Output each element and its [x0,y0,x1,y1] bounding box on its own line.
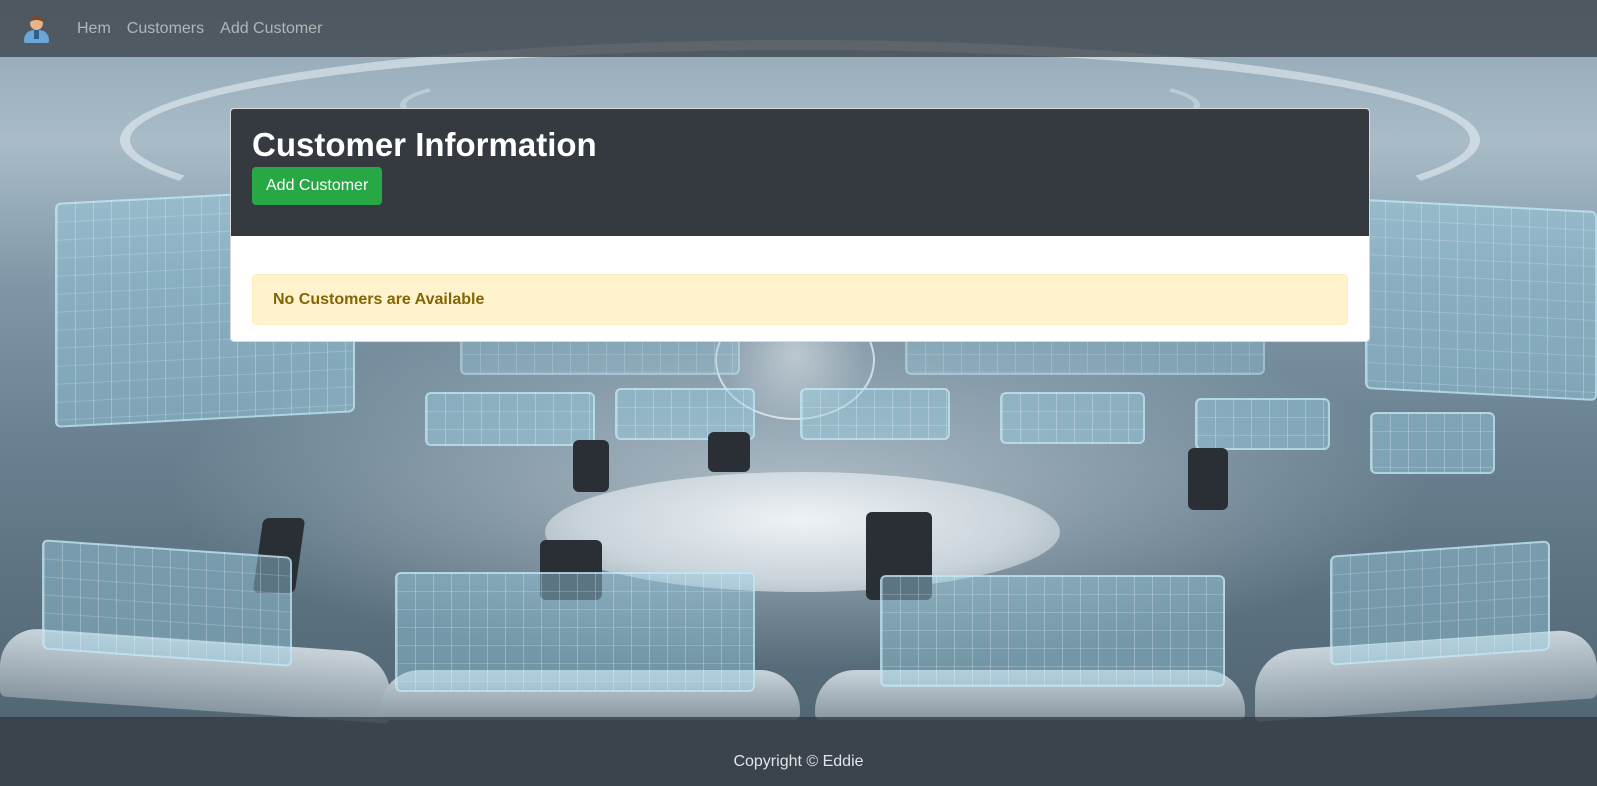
avatar-tie [34,29,39,39]
card-body: No Customers are Available [231,236,1369,341]
add-customer-button[interactable]: Add Customer [252,167,383,205]
hologram-panel [425,392,595,446]
avatar-head [30,15,43,30]
hologram-panel [1370,412,1495,474]
empty-state-alert: No Customers are Available [252,274,1348,325]
page-title: Customer Information [252,126,597,163]
nav-link-hem[interactable]: Hem [77,20,111,38]
hologram-panel [1330,540,1550,666]
hologram-panel [395,572,755,692]
hologram-panel [1000,392,1145,444]
chair [573,440,609,492]
customer-info-card: Customer Information Add Customer No Cus… [230,108,1370,342]
card-header: Customer Information Add Customer [231,109,1369,236]
navbar: Hem Customers Add Customer [0,0,1597,57]
hologram-panel [1195,398,1330,450]
nav-link-customers[interactable]: Customers [127,20,204,38]
hologram-panel [800,388,950,440]
copyright-text: Copyright © Eddie [733,752,864,770]
user-avatar-icon[interactable] [22,14,50,44]
chair [708,432,750,472]
nav-link-add-customer[interactable]: Add Customer [220,20,322,38]
hologram-panel [880,575,1225,687]
hologram-panel [1365,198,1597,402]
hologram-panel [42,539,292,667]
footer: Copyright © Eddie [0,717,1597,786]
chair [1188,448,1228,510]
